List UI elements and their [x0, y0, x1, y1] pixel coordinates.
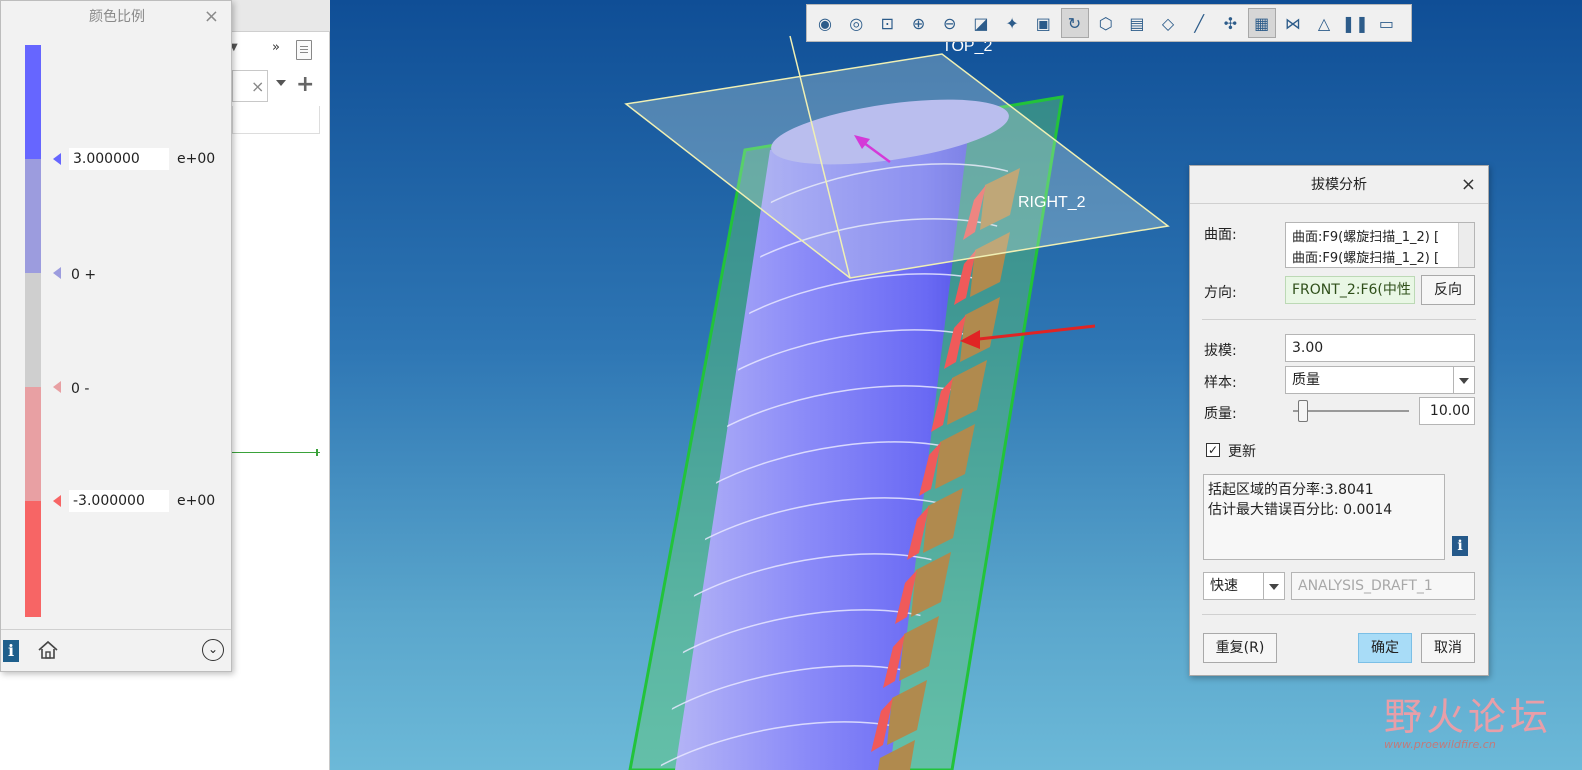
tree-search-input[interactable]: × — [232, 70, 268, 102]
scale-segment-positive — [25, 45, 41, 159]
info-icon[interactable]: i — [1452, 536, 1468, 556]
top-datum-plane[interactable] — [624, 53, 1170, 279]
datum-label-right[interactable]: RIGHT_2 — [1018, 194, 1086, 212]
section-icon[interactable]: △ — [1310, 8, 1338, 38]
named-views-icon[interactable]: ▤ — [1123, 8, 1151, 38]
eye-settings-icon[interactable]: ◎ — [842, 8, 870, 38]
datum-display-icon[interactable]: ╱ — [1185, 8, 1213, 38]
document-icon[interactable] — [296, 40, 312, 60]
analysis-mode-select[interactable]: 快速 — [1203, 572, 1285, 600]
flip-direction-button[interactable]: 反向 — [1421, 275, 1475, 305]
sample-label: 样本: — [1204, 375, 1237, 391]
view-manager-icon[interactable]: ↻ — [1060, 8, 1089, 38]
zero-plus-label: 0 + — [71, 267, 97, 283]
more-icon[interactable]: ▭ — [1372, 8, 1400, 38]
clear-search-icon[interactable]: × — [251, 77, 264, 96]
pause-icon[interactable]: ❚❚ — [1341, 8, 1369, 38]
spin-center-icon[interactable]: ▦ — [1247, 8, 1276, 38]
home-icon[interactable] — [37, 640, 59, 660]
dropdown-separator — [1263, 573, 1264, 599]
tree-insert-marker[interactable] — [316, 449, 321, 456]
tree-insert-line — [232, 452, 320, 453]
ok-button[interactable]: 确定 — [1358, 633, 1412, 663]
draft-label: 拔模: — [1204, 343, 1237, 359]
zoom-in-icon[interactable]: ⊕ — [905, 8, 933, 38]
separator — [1202, 319, 1476, 320]
more-tools-button[interactable]: » — [272, 40, 280, 55]
add-icon[interactable]: + — [296, 72, 314, 97]
update-label: 更新 — [1228, 444, 1256, 460]
scale-segment-negative-low — [25, 387, 41, 501]
quality-input[interactable]: 10.00 — [1419, 397, 1475, 425]
draft-analysis-dialog: 拔模分析 × 曲面: 曲面:F9(螺旋扫描_1_2) [ 曲面:F9(螺旋扫描_… — [1189, 165, 1489, 676]
tree-row — [232, 106, 320, 134]
min-value-input[interactable]: -3.000000 — [69, 490, 169, 512]
filter-dropdown-icon[interactable] — [276, 80, 286, 86]
surface-item[interactable]: 曲面:F9(螺旋扫描_1_2) [ — [1292, 226, 1452, 245]
close-icon[interactable]: × — [204, 6, 219, 27]
quality-slider-thumb[interactable] — [1298, 400, 1308, 422]
direction-label: 方向: — [1204, 285, 1237, 301]
watermark-title: 野火论坛 — [1384, 695, 1553, 739]
max-value-input[interactable]: 3.000000 — [69, 148, 169, 170]
scale-segment-neutral — [25, 273, 41, 387]
sample-selected-value: 质量 — [1292, 372, 1320, 388]
result-line-percent: 括起区域的百分率:3.8041 — [1208, 482, 1374, 498]
direction-collector[interactable]: FRONT_2:F6(中性 — [1285, 276, 1415, 304]
result-line-error: 估计最大错误百分比: 0.0014 — [1208, 502, 1393, 518]
info-icon[interactable]: i — [3, 640, 19, 662]
display-style-icon[interactable]: ▣ — [1029, 8, 1057, 38]
saved-views-icon[interactable]: ⬡ — [1092, 8, 1120, 38]
dropdown-separator — [1453, 367, 1454, 393]
analysis-results: 括起区域的百分率:3.8041 估计最大错误百分比: 0.0014 — [1203, 474, 1445, 560]
graphics-toolbar: ◉ ◎ ⊡ ⊕ ⊖ ◪ ✦ ▣ ↻ ⬡ ▤ ◇ ╱ ✣ ▦ ⋈ △ ❚❚ ▭ — [806, 4, 1412, 42]
annotation-display-icon[interactable]: ✣ — [1216, 8, 1244, 38]
max-exponent: e+00 — [177, 151, 216, 167]
sample-select[interactable]: 质量 — [1285, 366, 1475, 394]
chevron-down-icon[interactable]: ⌄ — [202, 639, 224, 661]
repaint-icon[interactable]: ⋈ — [1279, 8, 1307, 38]
scale-segment-negative — [25, 501, 41, 617]
quality-slider-track[interactable] — [1293, 410, 1409, 412]
color-scale-footer: i ⌄ — [1, 629, 231, 671]
cancel-button[interactable]: 取消 — [1421, 633, 1475, 663]
chevron-down-icon[interactable] — [1269, 584, 1279, 590]
color-scale-panel: 颜色比例 × 3.000000 e+00 0 + 0 - -3.000000 e… — [0, 0, 232, 672]
zoom-out-icon[interactable]: ⊖ — [936, 8, 964, 38]
zero-minus-label: 0 - — [71, 381, 90, 397]
zero-minus-marker-icon[interactable] — [53, 381, 61, 393]
draft-angle-input[interactable]: 3.00 — [1285, 334, 1475, 362]
dialog-title: 拔模分析 — [1311, 177, 1367, 193]
eye-icon[interactable]: ◉ — [811, 8, 839, 38]
max-marker-icon[interactable] — [53, 153, 61, 165]
repeat-button[interactable]: 重复(R) — [1203, 633, 1277, 663]
perspective-icon[interactable]: ◇ — [1154, 8, 1182, 38]
chevron-down-icon[interactable] — [1459, 378, 1469, 384]
watermark-url: www.proewildfire.cn — [1384, 738, 1496, 751]
quality-label: 质量: — [1204, 406, 1237, 422]
analysis-name-input[interactable]: ANALYSIS_DRAFT_1 — [1291, 572, 1475, 600]
surface-label: 曲面: — [1204, 227, 1237, 243]
min-exponent: e+00 — [177, 493, 216, 509]
surface-item[interactable]: 曲面:F9(螺旋扫描_1_2) [ — [1292, 247, 1452, 266]
color-scale-title: 颜色比例 — [89, 9, 145, 25]
surface-list-scrollbar[interactable] — [1458, 223, 1474, 267]
separator — [1202, 614, 1476, 615]
scale-segment-positive-low — [25, 159, 41, 273]
close-icon[interactable]: × — [1461, 166, 1476, 204]
watermark-logo: 野火论坛 www.proewildfire.cn — [1384, 686, 1554, 756]
orient-icon[interactable]: ✦ — [998, 8, 1026, 38]
refit-icon[interactable]: ◪ — [967, 8, 995, 38]
update-checkbox[interactable]: ✓ — [1206, 443, 1220, 457]
analysis-mode-value: 快速 — [1210, 578, 1238, 594]
zero-plus-marker-icon[interactable] — [53, 267, 61, 279]
min-marker-icon[interactable] — [53, 495, 61, 507]
zoom-window-icon[interactable]: ⊡ — [873, 8, 901, 38]
dialog-header: 拔模分析 × — [1190, 166, 1488, 204]
surface-collector[interactable]: 曲面:F9(螺旋扫描_1_2) [ 曲面:F9(螺旋扫描_1_2) [ — [1285, 222, 1475, 268]
